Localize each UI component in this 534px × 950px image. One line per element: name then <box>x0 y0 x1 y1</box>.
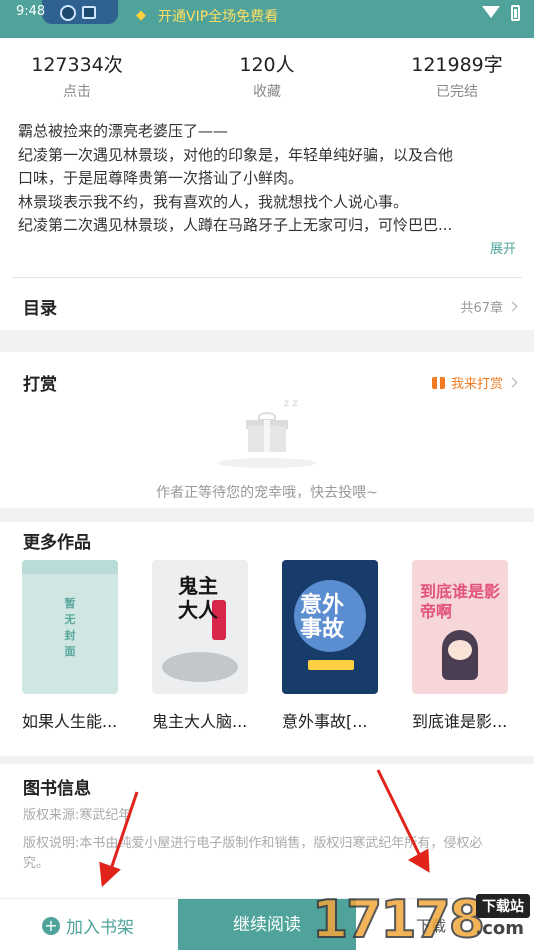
chapter-count: 共67章 <box>460 301 503 316</box>
add-to-shelf-button[interactable]: + 加入书架 <box>42 913 134 938</box>
book-card[interactable]: 到底谁是影帝啊 到底谁是影... <box>412 560 510 732</box>
section-gap <box>0 508 534 522</box>
book-title: 鬼主大人脑... <box>152 712 248 731</box>
vip-banner-text: 开通VIP全场免费看 <box>158 9 279 25</box>
catalog-count: 共67章 <box>460 297 518 316</box>
synopsis-line: 纪凌第一次遇见林景琰，对他的印象是，年轻单纯好骗，以及合他 <box>18 145 454 164</box>
diamond-icon: ◆ <box>136 8 146 23</box>
sleep-zz-icon: z z <box>284 398 298 409</box>
stat-label: 收藏 <box>253 84 281 100</box>
vip-banner[interactable]: ◆ 开通VIP全场免费看 <box>136 6 278 26</box>
cover-text: 暂无封面 <box>64 597 76 658</box>
book-title: 到底谁是影... <box>412 712 508 731</box>
status-time: 9:48 <box>16 4 46 19</box>
section-gap <box>0 756 534 764</box>
more-works-title: 更多作品 <box>23 533 91 553</box>
add-to-shelf-label: 加入书架 <box>66 918 134 938</box>
cover-text: 意外事故 <box>300 593 345 642</box>
copyright-statement-cont: 究。 <box>23 856 50 871</box>
watermark-digits: 17178 <box>311 889 486 950</box>
section-gap <box>0 330 534 352</box>
synopsis-line: 纪凌第二次遇见林景琰，人蹲在马路牙子上无家可归，可怜巴巴... <box>18 216 453 234</box>
book-card[interactable]: 鬼主大人 鬼主大人脑... <box>152 560 250 732</box>
book-cover: 暂无封面 <box>22 560 118 694</box>
reward-empty-caption: 作者正等待您的宠幸哦，快去投喂~ <box>156 485 378 501</box>
more-works-list: 暂无封面 如果人生能... 鬼主大人 鬼主大人脑... 意外事故 意外事故[..… <box>0 560 534 740</box>
book-cover: 鬼主大人 <box>152 560 248 694</box>
wifi-icon <box>482 6 500 18</box>
cover-text: 到底谁是影帝啊 <box>420 582 501 621</box>
chevron-right-icon <box>507 377 518 388</box>
book-title: 如果人生能... <box>22 712 118 731</box>
divider <box>12 277 522 278</box>
expand-synopsis-button[interactable]: 展开 <box>490 238 516 257</box>
plus-icon: + <box>42 916 60 935</box>
book-card[interactable]: 暂无封面 如果人生能... <box>22 560 120 732</box>
stat-favorites: 120人 收藏 <box>218 50 316 101</box>
app-notification-icon <box>82 6 96 19</box>
watermark-com: .com <box>475 918 524 939</box>
reward-button-label: 我来打赏 <box>450 377 503 392</box>
book-cover: 到底谁是影帝啊 <box>412 560 508 694</box>
chevron-right-icon <box>507 301 518 312</box>
stat-words: 121989字 已完结 <box>404 50 510 101</box>
gift-box-icon <box>246 412 288 452</box>
gift-shadow <box>218 458 316 468</box>
synopsis-line: 口味，于是屈尊降贵第一次搭讪了小鲜肉。 <box>18 169 304 187</box>
stat-value: 120人 <box>239 54 295 76</box>
stat-value: 121989字 <box>411 54 503 76</box>
reward-button[interactable]: 我来打赏 <box>431 373 518 392</box>
book-synopsis: 霸总被捡来的漂亮老婆压了—— 纪凌第一次遇见林景琰，对他的印象是，年轻单纯好骗，… <box>18 120 518 238</box>
battery-icon <box>511 5 520 21</box>
book-cover: 意外事故 <box>282 560 378 694</box>
stat-label: 点击 <box>63 84 91 100</box>
watermark-site: 下载站 <box>476 894 530 918</box>
gift-icon <box>431 376 445 389</box>
stat-value: 127334次 <box>31 54 123 76</box>
cover-text: 鬼主大人 <box>178 574 218 622</box>
catalog-title: 目录 <box>23 299 57 319</box>
copyright-source: 版权来源:寒武纪年 <box>23 808 132 823</box>
stat-label: 已完结 <box>436 84 478 100</box>
app-notification-icon <box>60 5 76 21</box>
synopsis-line: 霸总被捡来的漂亮老婆压了—— <box>18 122 229 140</box>
book-card[interactable]: 意外事故 意外事故[... <box>282 560 380 732</box>
copyright-statement: 版权说明:本书由纯爱小屋进行电子版制作和销售，版权归寒武纪年所有，侵权必 <box>23 836 483 851</box>
synopsis-line: 林景琰表示我不约，我有喜欢的人，我就想找个人说心事。 <box>18 192 409 211</box>
stat-clicks: 127334次 点击 <box>28 50 126 101</box>
status-bar: 9:48 ◆ 开通VIP全场免费看 <box>0 0 534 38</box>
reward-title: 打赏 <box>23 375 57 395</box>
book-stats: 127334次 点击 120人 收藏 121989字 已完结 <box>0 50 534 102</box>
book-title: 意外事故[... <box>282 712 368 731</box>
book-info-title: 图书信息 <box>23 779 91 799</box>
notification-pill <box>42 0 118 24</box>
site-watermark-logo: 17178 下载站 .com <box>311 888 534 950</box>
